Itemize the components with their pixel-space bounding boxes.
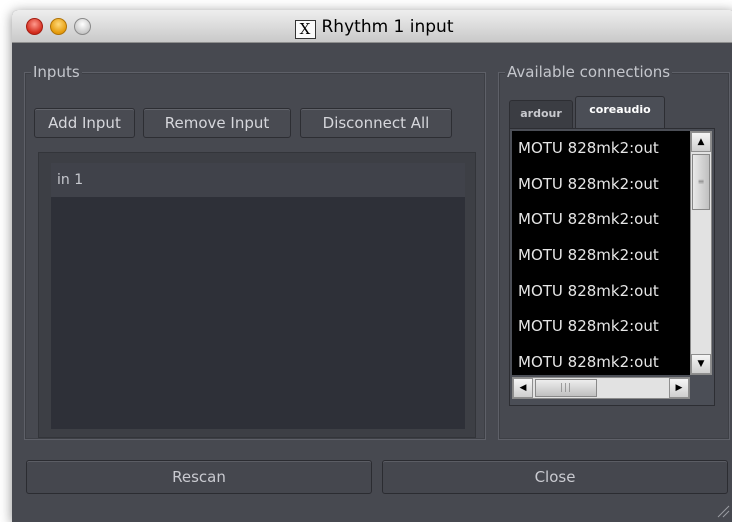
port-insert-window: X Rhythm 1 input Inputs Add Input Remove …	[12, 10, 732, 522]
connection-item[interactable]: MOTU 828mk2:out	[512, 238, 690, 274]
tab-ardour[interactable]: ardour	[509, 100, 573, 128]
scroll-right-arrow-icon[interactable]: ▶	[669, 378, 689, 398]
add-input-button[interactable]: Add Input	[34, 108, 135, 138]
connections-panel: MOTU 828mk2:out MOTU 828mk2:out MOTU 828…	[509, 128, 715, 406]
connection-item[interactable]: MOTU 828mk2:out	[512, 131, 690, 167]
title-bar[interactable]: X Rhythm 1 input	[12, 10, 732, 43]
scroll-up-arrow-icon[interactable]: ▲	[691, 132, 711, 152]
connections-horizontal-scrollbar[interactable]: ◀ ||| ▶	[512, 377, 690, 399]
remove-input-button[interactable]: Remove Input	[143, 108, 291, 138]
scroll-down-arrow-icon[interactable]: ▼	[691, 354, 711, 374]
scroll-left-arrow-icon[interactable]: ◀	[513, 378, 533, 398]
connections-vertical-scrollbar[interactable]: ▲ ≡ ▼	[690, 131, 712, 375]
connections-list[interactable]: MOTU 828mk2:out MOTU 828mk2:out MOTU 828…	[512, 131, 690, 375]
connection-item[interactable]: MOTU 828mk2:out	[512, 202, 690, 238]
horizontal-scroll-thumb[interactable]: |||	[535, 379, 597, 397]
connections-frame-label: Available connections	[505, 62, 673, 82]
input-ports-panel: in 1	[38, 152, 476, 438]
connection-item[interactable]: MOTU 828mk2:out	[512, 167, 690, 203]
disconnect-all-button[interactable]: Disconnect All	[300, 108, 452, 138]
input-port-row[interactable]: in 1	[51, 163, 465, 197]
input-ports-list[interactable]: in 1	[51, 163, 465, 429]
inputs-frame-label: Inputs	[31, 62, 82, 82]
connection-item[interactable]: MOTU 828mk2:out	[512, 309, 690, 345]
rescan-button[interactable]: Rescan	[26, 460, 372, 494]
connection-item[interactable]: MOTU 828mk2:out	[512, 345, 690, 375]
close-button[interactable]: Close	[382, 460, 728, 494]
window-title: Rhythm 1 input	[321, 17, 454, 37]
connection-item[interactable]: MOTU 828mk2:out	[512, 274, 690, 310]
vertical-scroll-thumb[interactable]: ≡	[692, 154, 710, 210]
x11-app-icon: X	[294, 20, 316, 39]
resize-grip-icon[interactable]	[716, 504, 730, 518]
tab-coreaudio[interactable]: coreaudio	[575, 96, 665, 128]
